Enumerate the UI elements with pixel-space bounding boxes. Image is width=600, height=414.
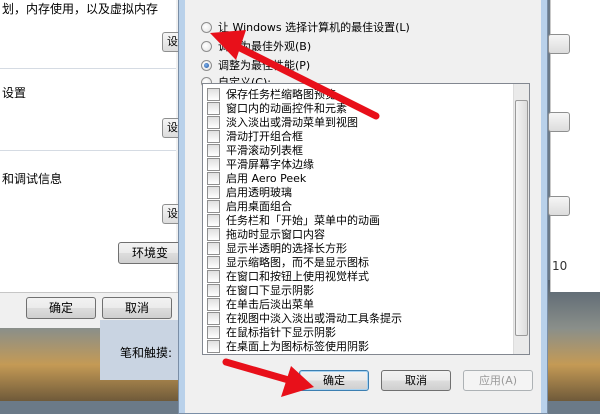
checkbox[interactable] [207, 200, 220, 213]
pen-touch-label: 笔和触摸: [120, 346, 173, 360]
radio-label: 调整为最佳性能(P) [218, 59, 311, 72]
footer-divider [0, 292, 190, 293]
effect-item[interactable]: 在桌面上为图标标签使用阴影 [207, 340, 369, 353]
checkbox[interactable] [207, 284, 220, 297]
effect-item[interactable]: 在视图中淡入淡出或滑动工具条提示 [207, 312, 402, 325]
effect-item[interactable]: 窗口内的动画控件和元素 [207, 102, 347, 115]
checkbox[interactable] [207, 256, 220, 269]
effect-label: 启用透明玻璃 [226, 186, 292, 199]
radio-button[interactable] [201, 40, 212, 52]
effect-item[interactable]: 淡入淡出或滑动菜单到视图 [207, 116, 358, 129]
effect-label: 在单击后淡出菜单 [226, 298, 314, 311]
effect-label: 滑动打开组合框 [226, 130, 303, 143]
effect-label: 启用桌面组合 [226, 200, 292, 213]
radio-label: 让 Windows 选择计算机的最佳设置(L) [218, 21, 410, 34]
effect-label: 保存任务栏缩略图预览 [226, 88, 336, 101]
background-cancel-button[interactable]: 取消 [102, 297, 172, 319]
effect-label: 在窗口和按钮上使用视觉样式 [226, 270, 369, 283]
effect-item[interactable]: 启用透明玻璃 [207, 186, 292, 199]
system-properties-window: 划，内存使用，以及虚拟内存 设置 和调试信息 设 设 设 环境变 确定 取消 [0, 0, 191, 328]
environment-variables-button[interactable]: 环境变 [118, 242, 182, 264]
effect-item[interactable]: 显示缩略图，而不是显示图标 [207, 256, 369, 269]
radio-best-appearance[interactable]: 调整为最佳外观(B) [201, 38, 311, 54]
right-background-button[interactable] [548, 34, 570, 54]
checkbox[interactable] [207, 214, 220, 227]
effect-item[interactable]: 平滑屏幕字体边缘 [207, 158, 314, 171]
right-background-button[interactable] [548, 112, 570, 132]
visual-effects-list[interactable]: 保存任务栏缩略图预览 窗口内的动画控件和元素 淡入淡出或滑动菜单到视图 滑动打开… [202, 83, 530, 355]
effect-label: 平滑滚动列表框 [226, 144, 303, 157]
cancel-button[interactable]: 取消 [381, 370, 451, 391]
checkbox[interactable] [207, 242, 220, 255]
effect-label: 启用 Aero Peek [226, 172, 307, 185]
checkbox[interactable] [207, 298, 220, 311]
effect-label: 显示缩略图，而不是显示图标 [226, 256, 369, 269]
effect-label: 任务栏和「开始」菜单中的动画 [226, 214, 380, 227]
radio-button[interactable] [201, 21, 212, 33]
checkbox[interactable] [207, 130, 220, 143]
effect-label: 拖动时显示窗口内容 [226, 228, 325, 241]
effect-item[interactable]: 任务栏和「开始」菜单中的动画 [207, 214, 380, 227]
effect-item[interactable]: 在鼠标指针下显示阴影 [207, 326, 336, 339]
checkbox[interactable] [207, 326, 220, 339]
apply-button[interactable]: 应用(A) [463, 370, 533, 391]
effect-label: 在窗口下显示阴影 [226, 284, 314, 297]
section-divider [0, 150, 176, 151]
startup-recovery-label: 和调试信息 [2, 172, 63, 186]
effect-item[interactable]: 保存任务栏缩略图预览 [207, 88, 336, 101]
effect-item[interactable]: 显示半透明的选择长方形 [207, 242, 347, 255]
checkbox[interactable] [207, 116, 220, 129]
radio-label: 调整为最佳外观(B) [218, 40, 312, 53]
checkbox[interactable] [207, 312, 220, 325]
right-background-button[interactable] [548, 196, 570, 216]
section-divider [0, 68, 176, 69]
effect-item[interactable]: 在窗口下显示阴影 [207, 284, 314, 297]
checkbox[interactable] [207, 186, 220, 199]
performance-description: 划，内存使用，以及虚拟内存 [2, 2, 159, 16]
radio-button-selected[interactable] [201, 59, 212, 71]
checkbox[interactable] [207, 270, 220, 283]
effect-label: 淡入淡出或滑动菜单到视图 [226, 116, 358, 129]
checkbox[interactable] [207, 144, 220, 157]
scrollbar-thumb[interactable] [515, 100, 528, 336]
performance-options-dialog: 让 Windows 选择计算机的最佳设置(L) 调整为最佳外观(B) 调整为最佳… [178, 0, 548, 414]
radio-best-performance[interactable]: 调整为最佳性能(P) [201, 57, 310, 73]
effect-label: 在视图中淡入淡出或滑动工具条提示 [226, 312, 402, 325]
list-scrollbar[interactable] [513, 84, 529, 354]
effect-label: 显示半透明的选择长方形 [226, 242, 347, 255]
radio-let-windows-choose[interactable]: 让 Windows 选择计算机的最佳设置(L) [201, 19, 410, 35]
effect-item[interactable]: 在单击后淡出菜单 [207, 298, 314, 311]
right-fragment-text: 10 [552, 259, 568, 273]
checkbox[interactable] [207, 102, 220, 115]
checkbox[interactable] [207, 172, 220, 185]
background-ok-button[interactable]: 确定 [26, 297, 96, 319]
effect-item[interactable]: 在窗口和按钮上使用视觉样式 [207, 270, 369, 283]
checkbox[interactable] [207, 228, 220, 241]
effect-item[interactable]: 启用 Aero Peek [207, 172, 306, 185]
checkbox[interactable] [207, 158, 220, 171]
effect-item[interactable]: 启用桌面组合 [207, 200, 292, 213]
effect-label: 窗口内的动画控件和元素 [226, 102, 347, 115]
effect-label: 在桌面上为图标标签使用阴影 [226, 340, 369, 353]
effect-item[interactable]: 拖动时显示窗口内容 [207, 228, 325, 241]
effect-label: 在鼠标指针下显示阴影 [226, 326, 336, 339]
visual-effects-tab: 让 Windows 选择计算机的最佳设置(L) 调整为最佳外观(B) 调整为最佳… [185, 0, 541, 413]
effect-item[interactable]: 滑动打开组合框 [207, 130, 303, 143]
effect-label: 平滑屏幕字体边缘 [226, 158, 314, 171]
user-profiles-label: 设置 [2, 86, 27, 100]
ok-button[interactable]: 确定 [299, 370, 369, 391]
effect-item[interactable]: 平滑滚动列表框 [207, 144, 303, 157]
checkbox[interactable] [207, 88, 220, 101]
checkbox[interactable] [207, 340, 220, 353]
